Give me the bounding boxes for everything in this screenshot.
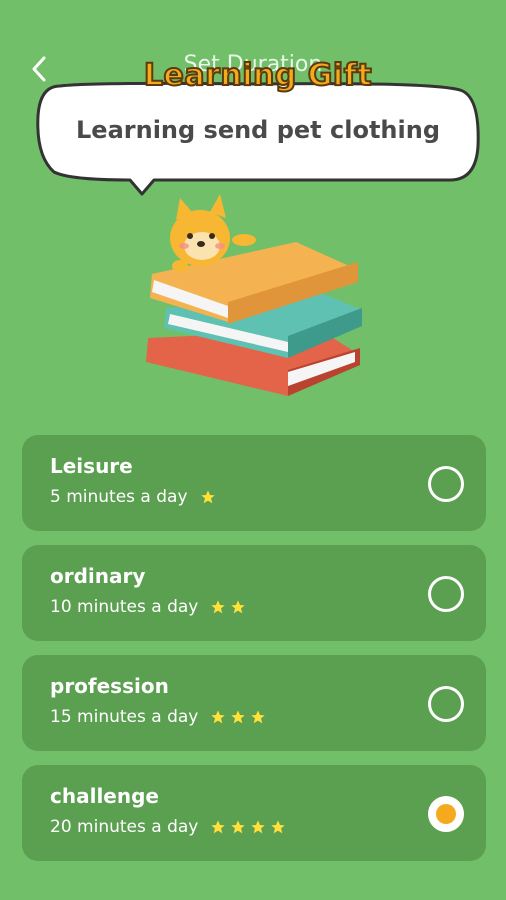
difficulty-stars [200, 489, 216, 505]
star-icon [231, 710, 246, 724]
radio-unselected[interactable] [428, 686, 464, 722]
star-icon [271, 820, 286, 834]
star-icon [211, 710, 226, 724]
radio-unselected[interactable] [428, 466, 464, 502]
option-duration-text: 10 minutes a day [50, 597, 199, 617]
duration-option-ordinary[interactable]: ordinary 10 minutes a day [22, 545, 486, 641]
option-duration-text: 15 minutes a day [50, 707, 199, 727]
star-icon [251, 710, 266, 724]
option-description: 20 minutes a day [50, 817, 286, 837]
option-description: 5 minutes a day [50, 487, 216, 507]
option-duration-text: 20 minutes a day [50, 817, 199, 837]
duration-option-profession[interactable]: profession 15 minutes a day [22, 655, 486, 751]
difficulty-stars [210, 709, 266, 725]
speech-bubble: Learning Gift Learning send pet clothing [30, 57, 486, 200]
option-name: ordinary [50, 564, 146, 588]
duration-option-leisure[interactable]: Leisure 5 minutes a day [22, 435, 486, 531]
bubble-heading: Learning Gift [143, 57, 373, 94]
star-icon [200, 490, 215, 504]
option-description: 10 minutes a day [50, 597, 246, 617]
star-icon [231, 820, 246, 834]
option-name: Leisure [50, 454, 133, 478]
radio-unselected[interactable] [428, 576, 464, 612]
bubble-text: Learning send pet clothing [76, 116, 440, 144]
radio-selected[interactable] [428, 796, 464, 832]
dog-books-illustration [146, 194, 362, 396]
option-name: challenge [50, 784, 159, 808]
duration-options: Leisure 5 minutes a day ordinary 10 minutes… [22, 435, 486, 875]
duration-option-challenge[interactable]: challenge 20 minutes a day [22, 765, 486, 861]
difficulty-stars [210, 599, 246, 615]
star-icon [211, 600, 226, 614]
star-icon [231, 600, 246, 614]
option-duration-text: 5 minutes a day [50, 487, 188, 507]
star-icon [251, 820, 266, 834]
option-description: 15 minutes a day [50, 707, 266, 727]
star-icon [211, 820, 226, 834]
difficulty-stars [210, 819, 286, 835]
option-name: profession [50, 674, 169, 698]
